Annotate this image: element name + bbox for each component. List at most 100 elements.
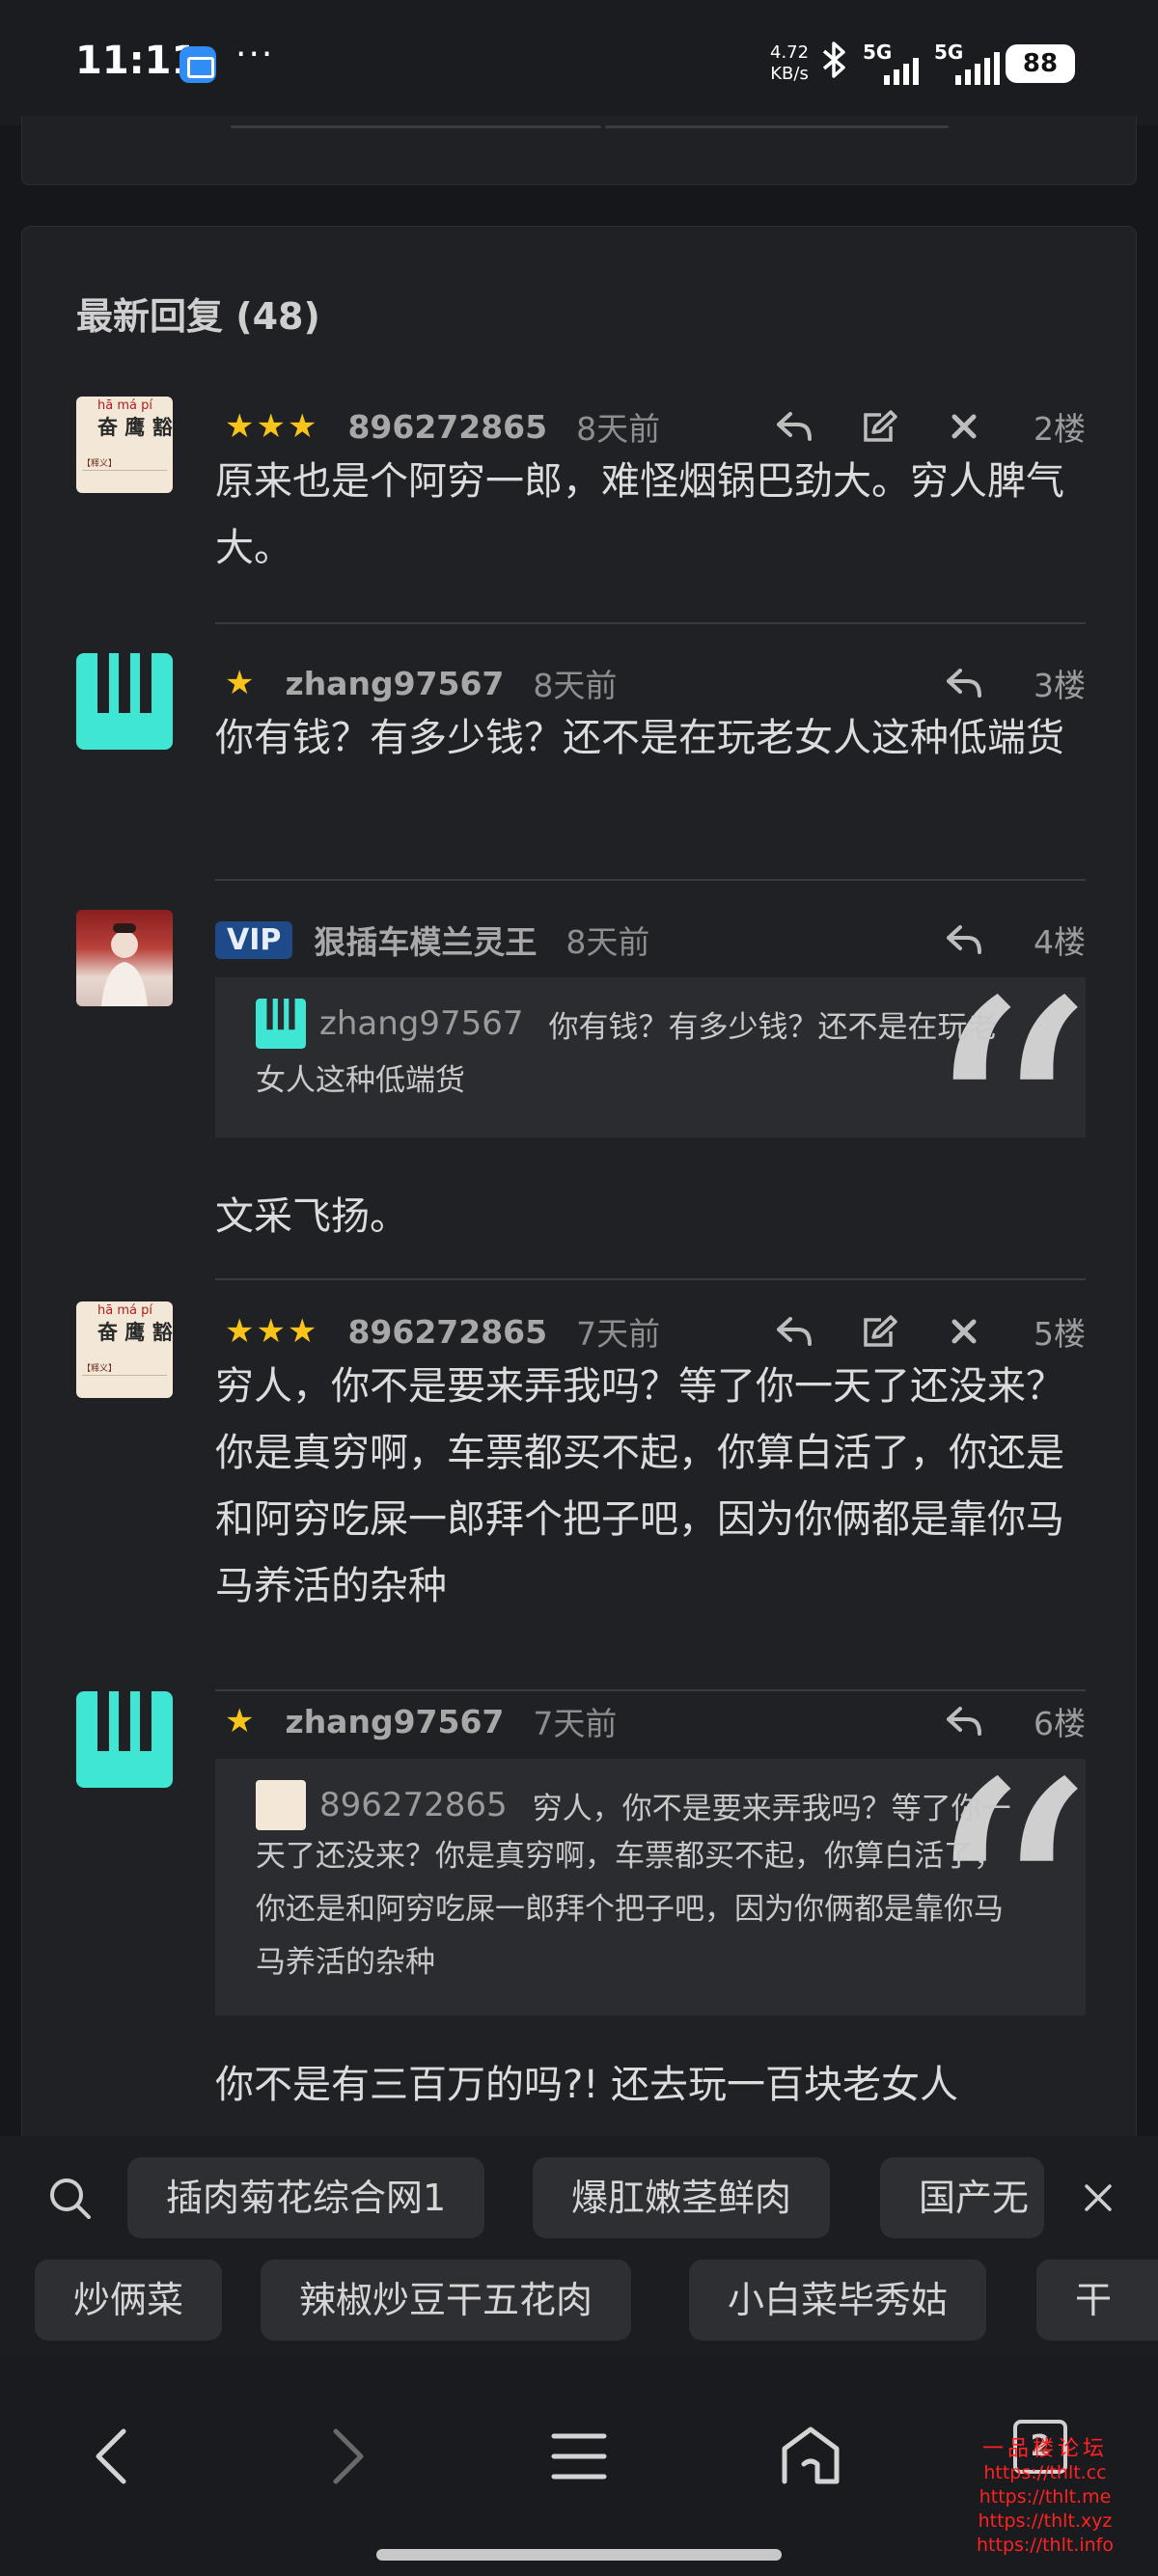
- search-keywords-panel: 插肉菊花综合网1 爆肛嫩茎鲜肉 国产无 炒俩菜 辣椒炒豆干五花肉 小白菜毕秀姑 …: [0, 2136, 1158, 2358]
- watermark-url: https://thlt.cc: [983, 2462, 1107, 2483]
- reply-item: VIP 狠插车模兰灵王 8天前 4楼 “ zhang97567 你有钱？有多少钱…: [76, 910, 1086, 1280]
- teal-logo-icon: [76, 1691, 173, 1788]
- delete-icon[interactable]: [941, 407, 987, 446]
- home-indicator[interactable]: [376, 2549, 782, 2561]
- username[interactable]: zhang97567: [285, 665, 504, 702]
- section-title: 最新回复 (48): [76, 295, 320, 338]
- post-time: 8天前: [533, 667, 618, 704]
- floor-number: 2楼: [1034, 410, 1086, 448]
- avatar[interactable]: [76, 653, 173, 750]
- keyword-chip[interactable]: 爆肛嫩茎鲜肉: [533, 2157, 831, 2238]
- reply-icon[interactable]: [941, 1702, 987, 1740]
- close-icon[interactable]: [1079, 2179, 1117, 2217]
- home-icon: [782, 2426, 840, 2484]
- keyword-chip[interactable]: 炒俩菜: [35, 2260, 223, 2341]
- post-time: 8天前: [565, 923, 650, 961]
- person-photo-icon: [101, 923, 148, 1006]
- keyword-chip[interactable]: 插肉菊花综合网1: [127, 2157, 485, 2238]
- keyword-chip[interactable]: 国产无: [880, 2157, 1044, 2238]
- quote-text: 天了还没来？你是真穷啊，车票都买不起，你算白活了，你还是和阿穷吃屎一郎拜个把子吧…: [256, 1839, 1004, 1980]
- rating-stars: ★: [225, 664, 257, 702]
- avatar-chars: 奋 鹰 豁: [97, 1321, 173, 1344]
- reply-content: 穷人，你不是要来弄我吗？等了你一天了还没来？你是真穷啊，车票都买不起，你算白活了…: [215, 1364, 1064, 1608]
- username[interactable]: 896272865: [347, 408, 547, 446]
- edit-icon[interactable]: [856, 407, 902, 446]
- bottom-navigation: 2 一品楼论坛 https://thlt.cc https://thlt.me …: [0, 2358, 1158, 2576]
- latest-replies-card: 最新回复 (48) hā má pí 奋 鹰 豁 【释义】 ★★★ 896272…: [21, 226, 1137, 2155]
- username[interactable]: zhang97567: [285, 1703, 504, 1740]
- keyword-chip[interactable]: 小白菜毕秀姑: [689, 2260, 987, 2341]
- avatar-chars: 奋 鹰 豁: [97, 416, 173, 439]
- quote-avatar: [256, 1780, 306, 1830]
- status-bar: 11:11 ··· 4.72 KB/s 5G 5G 88: [0, 0, 1158, 125]
- keyword-chip[interactable]: 辣椒炒豆干五花肉: [261, 2260, 632, 2341]
- watermark-url: https://thlt.xyz: [978, 2510, 1113, 2532]
- avatar[interactable]: hā má pí 奋 鹰 豁 【释义】: [76, 397, 173, 493]
- avatar[interactable]: [76, 910, 173, 1006]
- more-notifications-icon: ···: [235, 35, 275, 74]
- reply-content: 你不是有三百万的吗?! 还去玩一百块老女人: [215, 2063, 958, 2107]
- avatar[interactable]: hā má pí 奋 鹰 豁 【释义】: [76, 1302, 173, 1398]
- reply-item: ★ zhang97567 7天前 6楼 “ 896272865 穷人，你不是要来…: [76, 1691, 1086, 2154]
- previous-card-button-edge: [605, 125, 949, 128]
- previous-card-button-edge: [231, 125, 601, 128]
- reply-content: 原来也是个阿穷一郎，难怪烟锅巴劲大。穷人脾气大。: [215, 459, 1064, 570]
- post-time: 7天前: [533, 1705, 618, 1742]
- network-speed-value: 4.72: [770, 42, 810, 63]
- reply-icon[interactable]: [771, 1312, 817, 1351]
- quote-avatar: [256, 999, 306, 1049]
- reply-item: hā má pí 奋 鹰 豁 【释义】 ★★★ 896272865 7天前 5楼…: [76, 1302, 1086, 1691]
- battery-indicator: 88: [1006, 43, 1075, 83]
- username[interactable]: 狠插车模兰灵王: [314, 917, 537, 963]
- quote-username[interactable]: zhang97567: [319, 1004, 524, 1043]
- watermark-url: https://thlt.info: [977, 2535, 1114, 2556]
- quote-text: 女人这种低端货: [256, 1063, 465, 1098]
- floor-number: 3楼: [1034, 667, 1086, 704]
- quoted-reply: “ zhang97567 你有钱？有多少钱？还不是在玩老 女人这种低端货: [215, 977, 1086, 1137]
- chevron-right-icon: [333, 2428, 364, 2484]
- keyword-chip[interactable]: 干: [1036, 2260, 1158, 2341]
- rating-stars: ★★★: [225, 1312, 319, 1351]
- vip-badge: VIP: [215, 920, 293, 959]
- floor-number: 5楼: [1034, 1315, 1086, 1353]
- avatar[interactable]: [76, 1691, 173, 1788]
- home-button[interactable]: [772, 2418, 849, 2495]
- quote-text-first-line: 你有钱？有多少钱？还不是在玩老: [548, 1009, 998, 1045]
- edit-icon[interactable]: [856, 1312, 902, 1351]
- reply-content: 你有钱？有多少钱？还不是在玩老女人这种低端货: [215, 716, 1064, 760]
- rating-stars: ★: [225, 1702, 257, 1740]
- avatar-tag: 【释义】: [82, 459, 118, 469]
- forward-button[interactable]: [309, 2418, 386, 2495]
- teal-logo-icon: [76, 653, 173, 750]
- reply-icon[interactable]: [941, 920, 987, 959]
- watermark-url: https://thlt.me: [979, 2486, 1112, 2507]
- chevron-left-icon: [96, 2428, 126, 2484]
- reply-icon[interactable]: [771, 407, 817, 446]
- rating-stars: ★★★: [225, 407, 319, 446]
- floor-number: 4楼: [1034, 923, 1086, 961]
- avatar-tag: 【释义】: [82, 1364, 118, 1374]
- avatar-pinyin: hā má pí: [97, 1303, 152, 1318]
- search-icon[interactable]: [46, 2175, 93, 2221]
- back-button[interactable]: [73, 2418, 151, 2495]
- previous-card: [21, 116, 1137, 185]
- reply-item: ★ zhang97567 8天前 3楼 你有钱？有多少钱？还不是在玩老女人这种低…: [76, 653, 1086, 881]
- network-speed-unit: KB/s: [770, 64, 809, 84]
- quote-username[interactable]: 896272865: [319, 1786, 508, 1824]
- bluetooth-icon: [820, 41, 849, 86]
- delete-icon[interactable]: [941, 1312, 987, 1351]
- avatar-pinyin: hā má pí: [97, 398, 152, 413]
- watermark-title: 一品楼论坛: [981, 2437, 1108, 2461]
- menu-button[interactable]: [540, 2418, 618, 2495]
- quote-text-first-line: 穷人，你不是要来弄我吗？等了你一: [532, 1791, 1011, 1826]
- username[interactable]: 896272865: [347, 1313, 547, 1351]
- reply-icon[interactable]: [941, 664, 987, 702]
- post-time: 7天前: [576, 1315, 661, 1353]
- wallet-app-icon: [179, 46, 216, 83]
- post-time: 8天前: [576, 410, 661, 448]
- reply-content: 文采飞扬。: [215, 1194, 408, 1239]
- reply-item: hā má pí 奋 鹰 豁 【释义】 ★★★ 896272865 8天前 2楼…: [76, 397, 1086, 624]
- signal-sim2-icon: 5G: [934, 41, 1000, 85]
- network-speed: 4.72 KB/s: [770, 42, 809, 85]
- watermark: 一品楼论坛 https://thlt.cc https://thlt.me ht…: [953, 2437, 1137, 2558]
